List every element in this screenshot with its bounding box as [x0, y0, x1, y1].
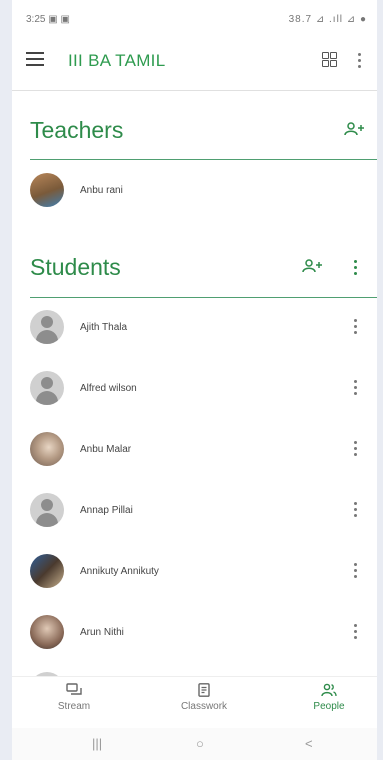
- nav-classwork-label: Classwork: [180, 701, 228, 712]
- more-options-icon[interactable]: [358, 53, 362, 71]
- recent-apps-button[interactable]: |||: [92, 736, 102, 751]
- avatar: [30, 432, 64, 466]
- teachers-divider: [30, 159, 377, 160]
- student-row[interactable]: Annikuty Annikuty: [12, 541, 377, 601]
- app-bar: III BA TAMIL: [12, 38, 377, 84]
- student-name: Annap Pillai: [80, 505, 133, 516]
- divider: [12, 90, 377, 91]
- invite-teacher-icon[interactable]: [344, 122, 366, 136]
- class-title: III BA TAMIL: [68, 51, 166, 70]
- student-name: Arun Nithi: [80, 627, 124, 638]
- home-button[interactable]: ○: [196, 736, 204, 751]
- system-navigation-bar: ||| ○ <: [12, 728, 377, 760]
- student-name: Alfred wilson: [80, 383, 137, 394]
- nav-stream[interactable]: Stream: [34, 683, 114, 712]
- student-row[interactable]: Anbu Malar: [12, 419, 377, 479]
- default-avatar-icon: [30, 310, 64, 344]
- student-more-icon[interactable]: [354, 563, 358, 581]
- teachers-heading: Teachers: [30, 117, 124, 143]
- student-more-icon[interactable]: [354, 319, 358, 337]
- google-apps-icon[interactable]: [322, 52, 337, 67]
- nav-classwork[interactable]: Classwork: [164, 683, 244, 712]
- student-name: Annikuty Annikuty: [80, 566, 159, 577]
- default-avatar-icon: [30, 371, 64, 405]
- nav-stream-label: Stream: [57, 701, 91, 712]
- student-row[interactable]: Arun Nithi: [12, 602, 377, 662]
- nav-people[interactable]: People: [289, 683, 369, 712]
- student-row[interactable]: Alfred wilson: [12, 358, 377, 418]
- invite-student-icon[interactable]: [302, 259, 324, 273]
- back-button[interactable]: <: [305, 736, 313, 751]
- student-more-icon[interactable]: [354, 624, 358, 642]
- student-row[interactable]: Ajith Thala: [12, 297, 377, 357]
- bottom-navigation: Stream Classwork People: [12, 676, 377, 729]
- avatar: [30, 554, 64, 588]
- student-more-icon[interactable]: [354, 502, 358, 520]
- stream-icon: [66, 683, 82, 695]
- student-row[interactable]: Annap Pillai: [12, 480, 377, 540]
- nav-people-label: People: [313, 701, 345, 712]
- teacher-name: Anbu rani: [80, 185, 123, 196]
- students-more-icon[interactable]: [354, 260, 358, 278]
- phone-screen: 3:25 ▣ ▣ 38.7 ⊿ .ıll ⊿ ● III BA TAMIL Te…: [12, 0, 377, 760]
- default-avatar-icon: [30, 493, 64, 527]
- avatar: [30, 173, 64, 207]
- teacher-row[interactable]: Anbu rani: [12, 161, 377, 221]
- status-time: 3:25 ▣ ▣: [26, 14, 70, 25]
- students-heading: Students: [30, 254, 121, 280]
- student-name: Ajith Thala: [80, 322, 128, 333]
- student-name: Anbu Malar: [80, 444, 132, 455]
- status-bar: 3:25 ▣ ▣ 38.7 ⊿ .ıll ⊿ ●: [12, 0, 377, 36]
- student-more-icon[interactable]: [354, 380, 358, 398]
- avatar: [30, 615, 64, 649]
- menu-icon[interactable]: [26, 52, 44, 66]
- student-more-icon[interactable]: [354, 441, 358, 459]
- status-icons: 38.7 ⊿ .ıll ⊿ ●: [288, 14, 367, 25]
- people-icon: [321, 683, 337, 697]
- classwork-icon: [198, 683, 210, 697]
